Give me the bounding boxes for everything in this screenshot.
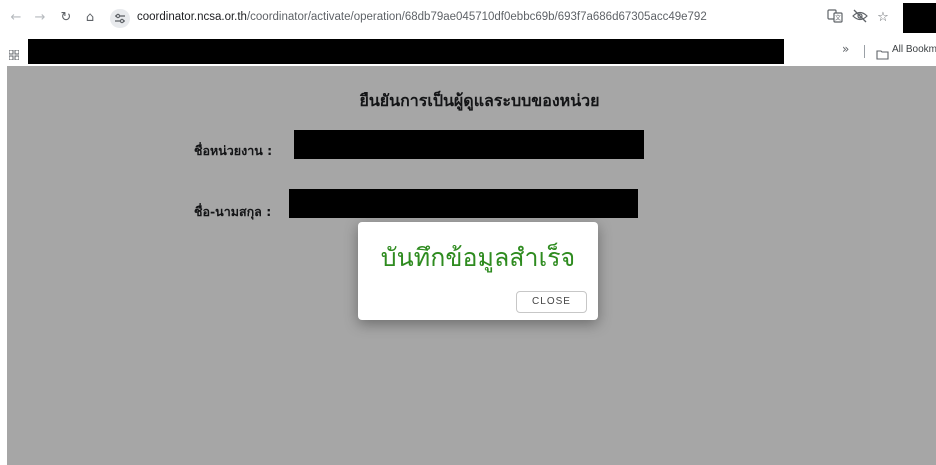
folder-icon [876,45,889,64]
success-message: บันทึกข้อมูลสำเร็จ [380,243,576,272]
browser-toolbar: ← → ↻ ⌂ coordinator.ncsa.or.th/coordinat… [0,0,936,37]
star-icon[interactable]: ☆ [874,9,892,27]
back-arrow-icon[interactable]: ← [6,8,26,28]
reload-icon[interactable]: ↻ [56,8,76,28]
svg-text:文: 文 [835,14,841,22]
close-button[interactable]: CLOSE [516,291,587,313]
url-host: coordinator.ncsa.or.th [137,11,247,23]
eye-off-icon[interactable] [851,9,869,27]
translate-icon[interactable]: 文 [826,9,844,27]
url-path: /coordinator/activate/operation/68db79ae… [246,11,707,23]
success-dialog: บันทึกข้อมูลสำเร็จ CLOSE [358,222,598,320]
bookmarks-overflow-button[interactable]: » [842,42,849,56]
forward-arrow-icon[interactable]: → [30,8,50,28]
all-bookmarks-link[interactable]: All Bookma [892,44,936,55]
bookmarks-bar: » All Bookma [0,37,936,65]
address-bar[interactable]: coordinator.ncsa.or.th/coordinator/activ… [137,11,707,27]
redacted-bookmarks [28,39,784,64]
home-icon[interactable]: ⌂ [80,8,100,28]
bookmarks-divider [864,45,865,58]
site-info-icon[interactable] [110,9,130,28]
apps-grid-icon[interactable] [8,45,20,64]
redacted-profile [903,3,936,33]
